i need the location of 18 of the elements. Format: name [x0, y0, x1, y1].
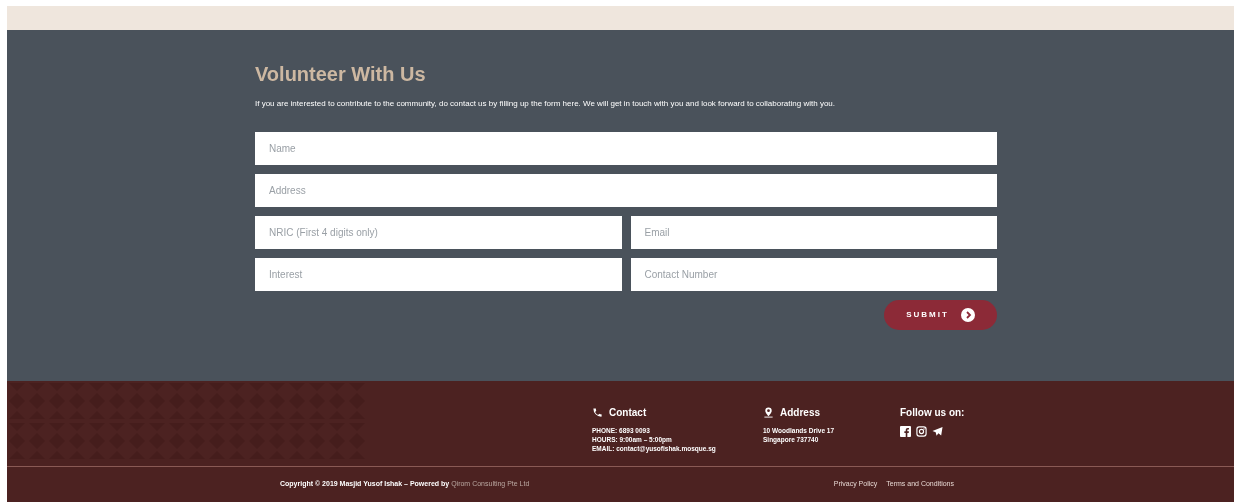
section-title: Volunteer With Us — [255, 62, 427, 87]
instagram-icon[interactable] — [916, 426, 927, 437]
input-field[interactable]: Email — [630, 216, 997, 249]
facebook-icon[interactable] — [900, 426, 911, 437]
map-pin-icon — [763, 407, 774, 418]
input-field[interactable]: Name — [255, 132, 997, 165]
paper-plane-icon[interactable] — [932, 426, 943, 437]
chevron-right-icon — [960, 308, 975, 322]
follow-heading: Follow us on: — [900, 406, 965, 420]
input-field[interactable]: Address — [255, 174, 997, 207]
phone-icon — [592, 407, 603, 418]
input-field[interactable]: Contact Number — [630, 258, 997, 291]
input-field[interactable]: NRIC (First 4 digits only) — [255, 216, 622, 249]
address-heading: Address — [780, 406, 820, 420]
intro-text: If you are interested to contribute to the community, do contact us by filling up the form here. We will get in touch with you and look forward to collaborating with you. — [255, 98, 836, 110]
contact-heading: Contact — [609, 406, 647, 420]
submit-button[interactable]: SUBMIT — [884, 300, 997, 330]
input-field[interactable]: Interest — [255, 258, 622, 291]
